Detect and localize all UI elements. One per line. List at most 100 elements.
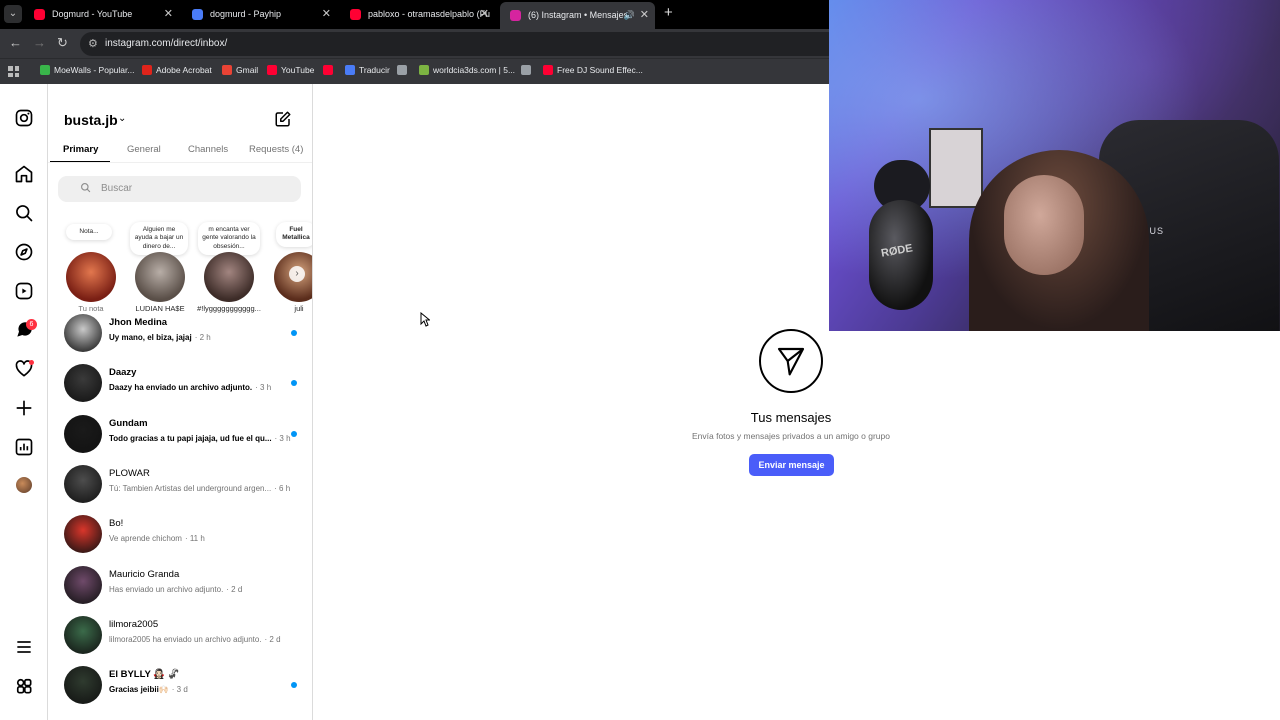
bookmark-item[interactable]: MoeWalls - Popular... [40, 65, 134, 75]
address-bar[interactable]: ⚙ instagram.com/direct/inbox/ [80, 32, 840, 56]
bookmark-item[interactable]: Traducir [345, 65, 390, 75]
browser-chrome: ⌄ Dogmurd - YouTube ✕ dogmurd - Payhip ✕… [0, 0, 840, 84]
profile-avatar[interactable] [16, 477, 32, 493]
bookmark-favicon-icon [222, 65, 232, 75]
also-from-meta-icon[interactable] [14, 676, 34, 696]
conversation-avatar[interactable] [64, 615, 102, 654]
bookmark-item[interactable]: YouTube [267, 65, 314, 75]
site-info-icon[interactable]: ⚙ [88, 37, 98, 50]
mouse-cursor-icon [420, 312, 430, 327]
note-avatar[interactable] [66, 252, 116, 302]
conversation-time: · 3 h [255, 383, 272, 393]
instagram-logo-icon[interactable] [14, 108, 34, 128]
close-tab-icon[interactable]: ✕ [480, 3, 489, 26]
more-menu-icon[interactable] [14, 637, 34, 657]
conversation-time: · 2 d [264, 634, 281, 644]
browser-tab-active[interactable]: (6) Instagram • Mensajes 🔊 ✕ [500, 2, 655, 29]
browser-tab[interactable]: Dogmurd - YouTube ✕ [24, 3, 179, 26]
reels-icon[interactable] [14, 281, 34, 301]
notes-row: Nota... Tu nota Alguien me ayuda a bajar… [48, 222, 312, 314]
apps-grid-icon[interactable] [8, 66, 19, 77]
unread-dot [291, 682, 297, 689]
conversation-avatar[interactable] [64, 464, 102, 503]
bookmark-item[interactable]: Adobe Acrobat [142, 65, 212, 75]
close-tab-icon[interactable]: ✕ [640, 2, 649, 28]
conversation-row[interactable]: El BYLLY 🧛🏻‍♀️ 🦨 Gracias jeibii🙌🏻 · 3 d [48, 666, 312, 716]
conversation-name: Jhon Medina [109, 317, 168, 328]
home-icon[interactable] [14, 164, 34, 184]
conversation-row[interactable]: PLOWAR Tú: Tambien Artistas del undergrou… [48, 464, 312, 515]
chevron-right-icon[interactable]: › [289, 266, 305, 282]
search-input[interactable]: Buscar [58, 176, 301, 202]
account-username[interactable]: busta.jb [64, 112, 118, 128]
close-tab-icon[interactable]: ✕ [322, 3, 331, 26]
create-plus-icon[interactable] [14, 398, 34, 418]
browser-tab[interactable]: dogmurd - Payhip ✕ [182, 3, 337, 26]
note-avatar[interactable] [135, 252, 185, 302]
browser-tab[interactable]: pabloxo - otramasdelpablo (Fu ✕ [340, 3, 495, 26]
bookmark-favicon-icon [521, 65, 531, 75]
bookmark-label: MoeWalls - Popular... [54, 65, 135, 75]
conversation-avatar[interactable] [64, 515, 102, 554]
search-icon[interactable] [14, 203, 34, 223]
framed-certificate [929, 128, 983, 208]
forward-arrow-icon[interactable]: → [33, 35, 46, 50]
bookmark-item[interactable]: worldcia3ds.com | 5... [419, 65, 515, 75]
conversation-avatar[interactable] [64, 414, 102, 453]
conversation-avatar[interactable] [64, 666, 102, 705]
conversation-row[interactable]: Daazy Daazy ha enviado un archivo adjunto… [48, 364, 312, 414]
paper-plane-icon [777, 347, 805, 376]
conversation-preview-line: Has enviado un archivo adjunto. · 2 d [109, 585, 242, 594]
dashboard-chart-icon[interactable] [14, 437, 34, 457]
youtube-favicon-icon [350, 9, 361, 20]
send-message-button[interactable]: Enviar mensaje [749, 454, 834, 476]
reload-icon[interactable]: ↻ [57, 35, 68, 51]
new-tab-button[interactable]: + [664, 4, 673, 21]
unread-dot [291, 430, 297, 437]
conversation-row[interactable]: lilmora2005 lilmora2005 ha enviado un arc… [48, 615, 312, 666]
bookmark-label: worldcia3ds.com | 5... [433, 65, 516, 75]
tab-general[interactable]: General [127, 144, 161, 155]
conversation-preview: Gracias jeibii🙌🏻 [109, 685, 169, 695]
conversation-avatar[interactable] [64, 565, 102, 604]
conversation-preview-line: Ve aprende chichom · 11 h [109, 534, 205, 543]
close-tab-icon[interactable]: ✕ [164, 3, 173, 26]
explore-compass-icon[interactable] [14, 242, 34, 262]
conversation-row[interactable]: Gundam Todo gracias a tu papi jajaja, ud … [48, 414, 312, 465]
tab-channels[interactable]: Channels [188, 144, 228, 155]
conversation-row[interactable]: Bo! Ve aprende chichom · 11 h [48, 515, 312, 565]
conversation-preview-line: lilmora2005 ha enviado un archivo adjunt… [109, 635, 281, 644]
back-arrow-icon[interactable]: ← [9, 35, 22, 50]
conversation-avatar[interactable] [64, 314, 102, 352]
bookmark-item[interactable]: Free DJ Sound Effec... [543, 65, 643, 75]
messages-badge: 6 [26, 319, 37, 330]
note-bubble[interactable]: Fuel Metallica [276, 222, 312, 247]
unread-dot [291, 330, 297, 336]
conversation-preview: Has enviado un archivo adjunto. [109, 584, 224, 594]
tab-title: (6) Instagram • Mensajes [528, 10, 629, 20]
conversation-preview: Tú: Tambien Artistas del underground arg… [109, 483, 272, 493]
note-bubble[interactable]: Alguien me ayuda a bajar un dinero de... [130, 222, 188, 256]
note-bubble[interactable]: m encanta ver gente valorando la obsesió… [198, 222, 260, 256]
conversation-name: lilmora2005 [109, 618, 159, 630]
chevron-down-icon[interactable]: ⌄ [118, 113, 126, 124]
tab-requests[interactable]: Requests (4) [249, 144, 303, 155]
bookmark-item[interactable]: Gmail [222, 65, 258, 75]
browser-toolbar: ← → ↻ ⚙ instagram.com/direct/inbox/ [0, 29, 840, 58]
note-bubble[interactable]: Nota... [66, 224, 112, 241]
bookmark-favicon-icon [267, 65, 277, 75]
conversation-row[interactable]: Mauricio Granda Has enviado un archivo ad… [48, 565, 312, 616]
instagram-favicon-icon [510, 10, 521, 21]
search-placeholder: Buscar [101, 183, 133, 194]
conversation-name: PLOWAR [109, 467, 150, 479]
conversation-preview: Todo gracias a tu papi jajaja, ud fue el… [109, 433, 272, 443]
conversation-preview-line: Daazy ha enviado un archivo adjunto. · 3 … [109, 383, 271, 392]
conversation-row[interactable]: Jhon Medina Uy mano, el biza, jajaj · 2 h [48, 314, 312, 364]
note-avatar[interactable] [204, 252, 254, 302]
conversation-avatar[interactable] [64, 364, 102, 403]
compose-message-icon[interactable] [274, 110, 292, 128]
speaker-icon[interactable]: 🔊 [624, 2, 635, 28]
tab-search-button[interactable]: ⌄ [4, 5, 22, 23]
conversation-time: · 3 d [171, 685, 188, 695]
tab-primary[interactable]: Primary [63, 144, 98, 155]
